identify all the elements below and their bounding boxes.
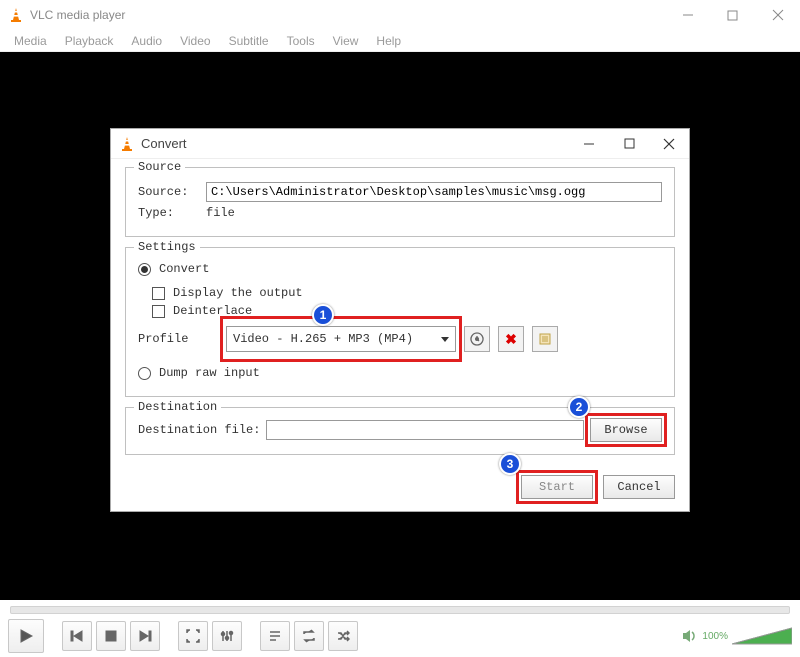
close-button[interactable]	[755, 0, 800, 30]
menu-help[interactable]: Help	[368, 32, 409, 50]
shuffle-button[interactable]	[328, 621, 358, 651]
convert-dialog: Convert Source Source: Type: file	[110, 128, 690, 512]
play-button[interactable]	[8, 619, 44, 653]
player-toolbar: 100%	[0, 616, 800, 656]
volume-percent: 100%	[702, 631, 728, 642]
menu-video[interactable]: Video	[172, 32, 218, 50]
dump-raw-radio[interactable]	[138, 367, 151, 380]
profile-value: Video - H.265 + MP3 (MP4)	[233, 332, 413, 346]
settings-group: Settings Convert Display the output Dein…	[125, 247, 675, 397]
profile-combobox[interactable]: Video - H.265 + MP3 (MP4)	[226, 326, 456, 352]
type-label: Type:	[138, 206, 198, 220]
destination-group: Destination Destination file: Browse 2	[125, 407, 675, 455]
type-value: file	[206, 206, 235, 220]
main-titlebar: VLC media player	[0, 0, 800, 30]
menu-subtitle[interactable]: Subtitle	[221, 32, 277, 50]
menu-tools[interactable]: Tools	[279, 32, 323, 50]
vlc-cone-icon	[119, 136, 135, 152]
ext-settings-button[interactable]	[212, 621, 242, 651]
destination-legend: Destination	[134, 400, 221, 414]
browse-button[interactable]: Browse	[590, 418, 662, 442]
dump-raw-label: Dump raw input	[159, 366, 260, 380]
deinterlace-checkbox[interactable]	[152, 305, 165, 318]
annotation-badge-2: 2	[568, 396, 590, 418]
dialog-minimize-button[interactable]	[569, 129, 609, 159]
next-button[interactable]	[130, 621, 160, 651]
vlc-cone-icon	[8, 7, 24, 23]
dest-file-input[interactable]	[266, 420, 584, 440]
start-button[interactable]: Start	[521, 475, 593, 499]
convert-radio[interactable]	[138, 263, 151, 276]
maximize-button[interactable]	[710, 0, 755, 30]
loop-button[interactable]	[294, 621, 324, 651]
display-output-label: Display the output	[173, 286, 303, 300]
settings-legend: Settings	[134, 240, 200, 254]
seekbar	[0, 600, 800, 616]
window-title: VLC media player	[30, 8, 125, 22]
stop-button[interactable]	[96, 621, 126, 651]
menu-audio[interactable]: Audio	[123, 32, 170, 50]
source-legend: Source	[134, 160, 185, 174]
source-input[interactable]	[206, 182, 662, 202]
source-group: Source Source: Type: file	[125, 167, 675, 237]
dialog-titlebar: Convert	[111, 129, 689, 159]
source-label: Source:	[138, 185, 198, 199]
playlist-button[interactable]	[260, 621, 290, 651]
menu-view[interactable]: View	[325, 32, 367, 50]
prev-button[interactable]	[62, 621, 92, 651]
display-output-checkbox[interactable]	[152, 287, 165, 300]
minimize-button[interactable]	[665, 0, 710, 30]
fullscreen-button[interactable]	[178, 621, 208, 651]
menu-media[interactable]: Media	[6, 32, 55, 50]
seek-track[interactable]	[10, 606, 790, 614]
profile-new-button[interactable]	[532, 326, 558, 352]
profile-edit-button[interactable]	[464, 326, 490, 352]
dialog-title: Convert	[141, 136, 187, 151]
profile-label: Profile	[138, 332, 218, 346]
deinterlace-label: Deinterlace	[173, 304, 252, 318]
menu-playback[interactable]: Playback	[57, 32, 122, 50]
chevron-down-icon	[441, 337, 449, 342]
volume-slider[interactable]	[732, 626, 792, 646]
profile-delete-button[interactable]: ✖	[498, 326, 524, 352]
menubar: Media Playback Audio Video Subtitle Tool…	[0, 30, 800, 52]
dest-file-label: Destination file:	[138, 423, 260, 437]
video-area: Convert Source Source: Type: file	[0, 52, 800, 600]
dialog-maximize-button[interactable]	[609, 129, 649, 159]
dialog-close-button[interactable]	[649, 129, 689, 159]
cancel-button[interactable]: Cancel	[603, 475, 675, 499]
convert-radio-label: Convert	[159, 262, 209, 276]
speaker-icon[interactable]	[682, 628, 698, 644]
